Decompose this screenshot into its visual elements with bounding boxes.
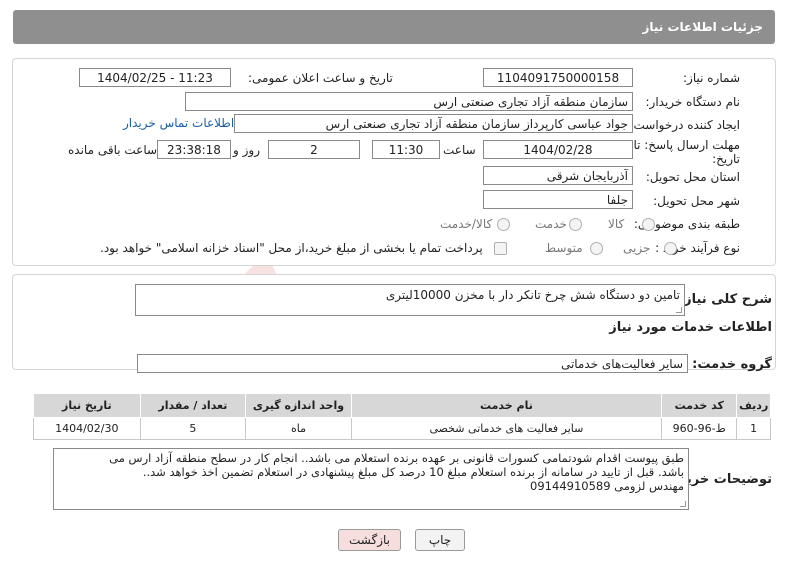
deadline-date-field: 1404/02/28 [483, 140, 633, 159]
buyer-contact-link[interactable]: اطلاعات تماس خریدار [123, 116, 234, 130]
services-section-title: اطلاعات خدمات مورد نیاز [609, 320, 772, 335]
creator-label: ایجاد کننده درخواست: [629, 118, 740, 132]
category-option-goods: کالا [608, 217, 625, 231]
days-label: روز و [233, 143, 260, 157]
category-radio-goods[interactable] [642, 218, 655, 231]
remaining-label: ساعت باقی مانده [68, 143, 158, 157]
city-label: شهر محل تحویل: [653, 194, 740, 208]
process-option-minor: جزیی [623, 241, 651, 255]
need-number-field: 1104091750000158 [483, 68, 633, 87]
cell-qty: 5 [139, 417, 247, 440]
city-field: جلفا [483, 190, 633, 209]
col-name-header: نام خدمت [350, 393, 663, 418]
print-button[interactable]: چاپ [415, 529, 465, 551]
buyer-org-label: نام دستگاه خریدار: [645, 95, 741, 109]
creator-field: جواد عباسی کارپرداز سازمان منطقه آزاد تج… [234, 114, 633, 133]
summary-label: شرح کلی نیاز: [678, 292, 772, 307]
buyer-notes-field: طبق پیوست اقدام شودتمامی کسورات قانونی ب… [53, 448, 689, 510]
table-header-row: ردیف کد خدمت نام خدمت واحد اندازه گیری ت… [33, 393, 771, 418]
cell-row: 1 [736, 417, 771, 440]
province-label: استان محل تحویل: [645, 170, 740, 184]
category-radio-goods-service[interactable] [497, 218, 510, 231]
table-row: 1 ط-96-960 سایر فعالیت های خدماتی شخصی م… [33, 417, 771, 440]
col-date-header: تاریخ نیاز [33, 393, 141, 418]
treasury-payment-checkbox[interactable] [494, 242, 507, 255]
page-header: جزئیات اطلاعات نیاز [13, 10, 775, 44]
deadline-label: مهلت ارسال پاسخ: تا تاریخ: [633, 138, 740, 166]
notes-line-3: مهندس لزومی 09144910589 [530, 479, 684, 493]
time-label: ساعت [443, 143, 476, 157]
summary-text: تامین دو دستگاه شش چرخ تانکر دار با مخزن… [385, 288, 680, 302]
process-radio-minor[interactable] [664, 242, 677, 255]
province-field: آذربایجان شرقی [483, 166, 633, 185]
summary-field: تامین دو دستگاه شش چرخ تانکر دار با مخزن… [135, 284, 685, 316]
announce-label: تاریخ و ساعت اعلان عمومی: [248, 71, 393, 85]
days-field: 2 [268, 140, 360, 159]
deadline-label-line2: تاریخ: [712, 152, 740, 166]
cell-code: ط-96-960 [661, 417, 738, 440]
page-title: جزئیات اطلاعات نیاز [642, 20, 763, 34]
deadline-time-field: 11:30 [372, 140, 440, 159]
back-button[interactable]: بازگشت [338, 529, 401, 551]
remaining-time-field: 23:38:18 [157, 140, 231, 159]
col-code-header: کد خدمت [661, 393, 738, 418]
service-group-field: سایر فعالیت‌های خدماتی [137, 354, 688, 373]
notes-line-1: طبق پیوست اقدام شودتمامی کسورات قانونی ب… [109, 451, 684, 465]
deadline-label-line1: مهلت ارسال پاسخ: تا [633, 138, 740, 152]
services-table: ردیف کد خدمت نام خدمت واحد اندازه گیری ت… [33, 393, 771, 440]
col-unit-header: واحد اندازه گیری [245, 393, 352, 418]
resize-handle-icon[interactable] [680, 501, 686, 507]
process-radio-medium[interactable] [590, 242, 603, 255]
buyer-org-field: سازمان منطقه آزاد تجاری صنعتی ارس [185, 92, 633, 111]
cell-name: سایر فعالیت های خدماتی شخصی [350, 417, 663, 440]
process-option-medium: متوسط [545, 241, 583, 255]
category-option-goods-service: کالا/خدمت [440, 217, 493, 231]
service-group-label: گروه خدمت: [692, 357, 772, 372]
cell-unit: ماه [245, 417, 352, 440]
category-radio-service[interactable] [569, 218, 582, 231]
resize-handle-icon[interactable] [676, 307, 682, 313]
cell-date: 1404/02/30 [33, 417, 141, 440]
col-qty-header: تعداد / مقدار [139, 393, 247, 418]
need-number-label: شماره نیاز: [683, 71, 740, 85]
notes-line-2: باشد. قبل از تایید در سامانه از برنده اس… [142, 465, 684, 479]
treasury-payment-note: پرداخت تمام یا بخشی از مبلغ خرید،از محل … [100, 241, 483, 255]
announce-field: 1404/02/25 - 11:23 [79, 68, 231, 87]
col-row-header: ردیف [736, 393, 771, 418]
category-option-service: خدمت [535, 217, 567, 231]
